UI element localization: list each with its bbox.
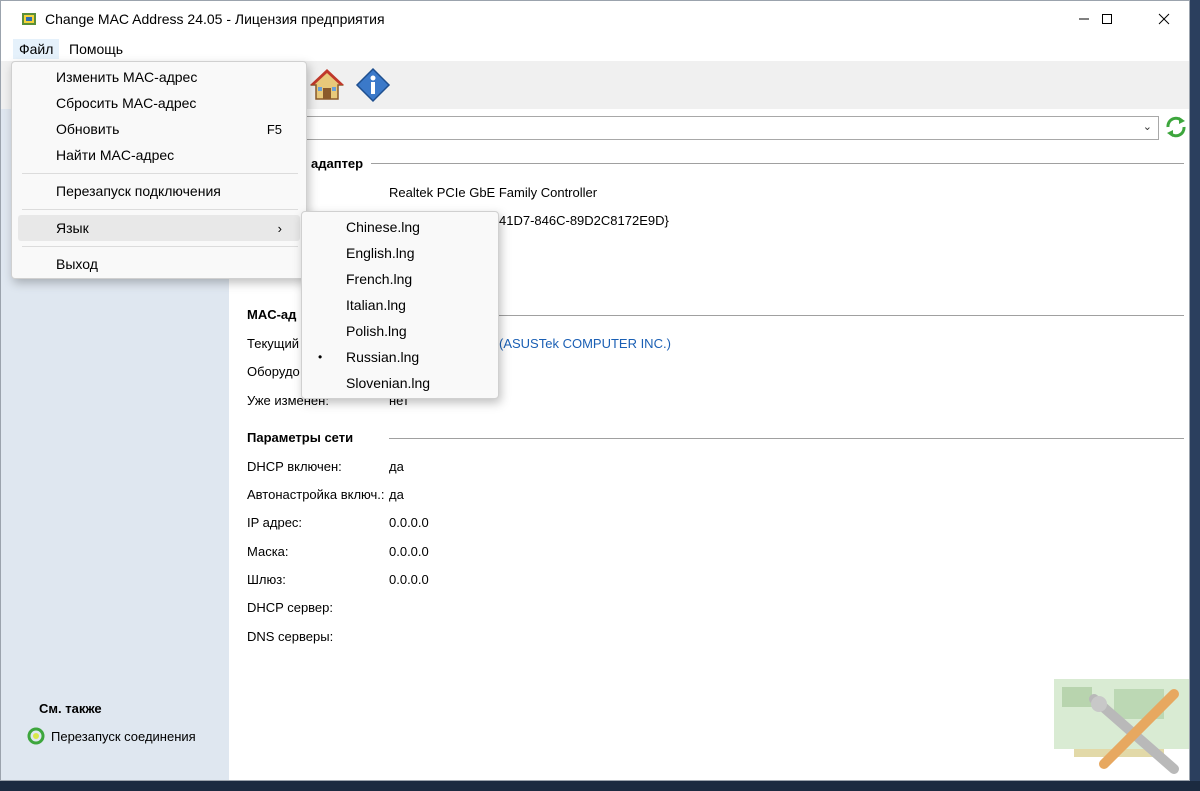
gateway-value: 0.0.0.0 [389, 572, 429, 587]
see-also-title: См. также [39, 701, 102, 716]
menu-item-exit[interactable]: Выход [18, 251, 300, 277]
close-icon [1158, 13, 1170, 25]
menu-item-label: Найти MAC-адрес [56, 147, 175, 163]
language-item-russian[interactable]: • Russian.lng [306, 344, 494, 370]
desktop-background [1190, 0, 1200, 791]
language-item-label: Chinese.lng [346, 219, 420, 235]
home-icon[interactable] [309, 67, 345, 103]
menu-separator [22, 173, 298, 174]
chevron-right-icon: › [277, 220, 282, 236]
network-card-graphic [1054, 679, 1189, 774]
title-bar: Change MAC Address 24.05 - Лицензия пред… [1, 1, 1189, 37]
dhcp-enabled-value: да [389, 459, 404, 474]
menu-separator [22, 246, 298, 247]
ip-address-value: 0.0.0.0 [389, 515, 429, 530]
menu-item-label: Перезапуск подключения [56, 183, 221, 199]
chevron-down-icon: ⌄ [1142, 121, 1152, 133]
desktop-background-bottom [0, 781, 1200, 791]
menu-bar: Файл Помощь [1, 37, 1189, 61]
language-item-label: French.lng [346, 271, 413, 287]
app-window: Change MAC Address 24.05 - Лицензия пред… [0, 0, 1190, 781]
network-section-line [389, 438, 1184, 439]
maximize-button[interactable] [1084, 1, 1130, 37]
dhcp-server-label: DHCP сервер: [247, 600, 334, 615]
mac-hardware-label: Оборудо [247, 364, 300, 379]
language-item-french[interactable]: French.lng [306, 266, 494, 292]
close-button[interactable] [1141, 1, 1187, 37]
language-submenu: Chinese.lng English.lng French.lng Itali… [301, 211, 499, 399]
menu-separator [22, 209, 298, 210]
restart-connection-link[interactable]: Перезапуск соединения [27, 727, 196, 745]
maximize-icon [1102, 14, 1112, 24]
app-icon [22, 13, 36, 25]
language-item-label: Russian.lng [346, 349, 420, 365]
menu-item-label: Язык [56, 220, 89, 236]
main-panel: ⌄ адаптер Realtek PCIe GbE Family Contro… [229, 109, 1189, 780]
language-item-label: Polish.lng [346, 323, 407, 339]
adapter-name-value: Realtek PCIe GbE Family Controller [389, 185, 598, 200]
language-item-label: Italian.lng [346, 297, 406, 313]
restart-icon [27, 727, 45, 745]
menu-item-find-mac[interactable]: Найти MAC-адрес [18, 142, 300, 168]
language-item-polish[interactable]: Polish.lng [306, 318, 494, 344]
menu-item-change-mac[interactable]: Изменить MAC-адрес [18, 64, 300, 90]
mac-current-vendor: (ASUSTek COMPUTER INC.) [499, 336, 671, 351]
language-item-label: English.lng [346, 245, 415, 261]
mask-value: 0.0.0.0 [389, 544, 429, 559]
language-item-label: Slovenian.lng [346, 375, 431, 391]
window-title: Change MAC Address 24.05 - Лицензия пред… [45, 11, 385, 27]
selected-bullet-icon: • [318, 350, 323, 364]
adapter-section-line [369, 163, 1184, 164]
network-section-title: Параметры сети [247, 430, 362, 445]
menu-file[interactable]: Файл [13, 39, 60, 59]
autoconfig-value: да [389, 487, 404, 502]
menu-item-reset-mac[interactable]: Сбросить MAC-адрес [18, 90, 300, 116]
adapter-section-title: адаптер [311, 156, 372, 171]
menu-item-label: Выход [56, 256, 98, 272]
ip-address-label: IP адрес: [247, 515, 303, 530]
mac-current-label: Текущий [247, 336, 299, 351]
mac-section-line [389, 315, 1184, 316]
language-item-chinese[interactable]: Chinese.lng [306, 214, 494, 240]
adapter-guid-value: 41D7-846C-89D2C8172E9D} [499, 213, 669, 228]
restart-connection-label: Перезапуск соединения [51, 728, 196, 744]
gateway-label: Шлюз: [247, 572, 286, 587]
dhcp-enabled-label: DHCP включен: [247, 459, 342, 474]
autoconfig-label: Автонастройка включ.: [247, 487, 385, 502]
mask-label: Маска: [247, 544, 289, 559]
file-menu-dropdown: Изменить MAC-адрес Сбросить MAC-адрес Об… [11, 61, 307, 279]
language-item-slovenian[interactable]: Slovenian.lng [306, 370, 494, 396]
menu-item-label: Обновить [56, 121, 120, 137]
menu-item-label: Изменить MAC-адрес [56, 69, 198, 85]
mac-section-title: MAC-ад [247, 307, 305, 322]
adapter-select[interactable]: ⌄ [229, 116, 1159, 140]
menu-item-refresh[interactable]: Обновить F5 [18, 116, 300, 142]
menu-item-language[interactable]: Язык › [18, 215, 300, 241]
menu-item-restart-connection[interactable]: Перезапуск подключения [18, 178, 300, 204]
menu-help[interactable]: Помощь [65, 41, 127, 57]
menu-item-shortcut: F5 [266, 121, 282, 137]
language-item-english[interactable]: English.lng [306, 240, 494, 266]
menu-item-label: Сбросить MAC-адрес [56, 95, 197, 111]
language-item-italian[interactable]: Italian.lng [306, 292, 494, 318]
refresh-icon[interactable] [1164, 115, 1188, 139]
dns-servers-label: DNS серверы: [247, 629, 334, 644]
info-icon[interactable] [355, 67, 391, 103]
